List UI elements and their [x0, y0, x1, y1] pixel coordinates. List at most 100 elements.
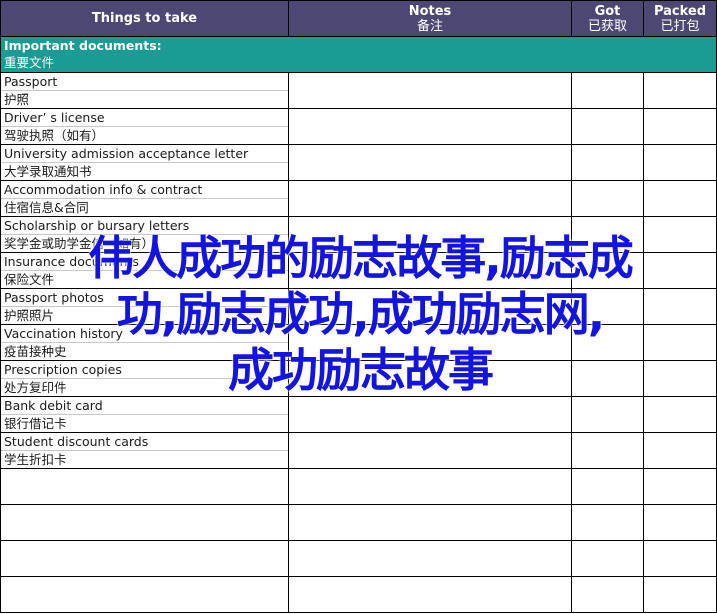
table-row: Insurance documents 保险文件	[0, 252, 717, 289]
packed-cell[interactable]	[643, 396, 717, 433]
got-cell[interactable]	[571, 252, 644, 289]
blank-cell[interactable]	[288, 504, 572, 541]
item-name-cell: Prescription copies 处方复印件	[0, 360, 289, 397]
blank-cell[interactable]	[0, 540, 289, 577]
item-name-cell: Insurance documents 保险文件	[0, 252, 289, 289]
table-row: Accommodation info & contract 住宿信息&合同	[0, 180, 717, 217]
blank-cell[interactable]	[288, 576, 572, 613]
blank-cell[interactable]	[571, 576, 644, 613]
item-name-cell: Driver’ s license 驾驶执照（如有）	[0, 108, 289, 145]
notes-header-zh: 备注	[416, 18, 443, 34]
item-name-zh: 护照	[4, 92, 30, 107]
item-name-cell: Scholarship or bursary letters 奖学金或助学金信（如…	[0, 216, 289, 253]
got-cell[interactable]	[571, 108, 644, 145]
notes-cell[interactable]	[288, 360, 572, 397]
blank-cell[interactable]	[571, 504, 644, 541]
item-name-en: Passport photos	[1, 290, 288, 307]
item-name-cell: Passport 护照	[0, 72, 289, 109]
notes-cell[interactable]	[288, 432, 572, 469]
notes-header: Notes 备注	[288, 0, 572, 37]
blank-cell[interactable]	[571, 540, 644, 577]
packed-header: Packed 已打包	[643, 0, 717, 37]
packed-header-en: Packed	[653, 3, 707, 19]
blank-cell[interactable]	[0, 576, 289, 613]
blank-cell[interactable]	[0, 504, 289, 541]
got-cell[interactable]	[571, 360, 644, 397]
item-name-en: Student discount cards	[1, 434, 288, 451]
table-row: Passport 护照	[0, 72, 717, 109]
notes-cell[interactable]	[288, 216, 572, 253]
item-name-zh: 住宿信息&合同	[4, 200, 89, 215]
packed-cell[interactable]	[643, 72, 717, 109]
got-cell[interactable]	[571, 432, 644, 469]
got-cell[interactable]	[571, 216, 644, 253]
item-name-en: Vaccination history	[1, 326, 288, 343]
item-name-zh: 大学录取通知书	[4, 164, 92, 179]
blank-cell[interactable]	[643, 576, 717, 613]
blank-cell[interactable]	[643, 504, 717, 541]
packed-cell[interactable]	[643, 432, 717, 469]
notes-cell[interactable]	[288, 72, 572, 109]
packed-cell[interactable]	[643, 108, 717, 145]
item-name-cell: University admission acceptance letter 大学…	[0, 144, 289, 181]
table-row: Prescription copies 处方复印件	[0, 360, 717, 397]
item-name-en: Insurance documents	[1, 254, 288, 271]
section-row: Important documents: 重要文件	[0, 36, 717, 73]
got-cell[interactable]	[571, 144, 644, 181]
packed-cell[interactable]	[643, 216, 717, 253]
section-title-zh: 重要文件	[4, 55, 55, 70]
notes-cell[interactable]	[288, 288, 572, 325]
section-title-en: Important documents:	[4, 38, 162, 53]
item-name-cell: Student discount cards 学生折扣卡	[0, 432, 289, 469]
packed-cell[interactable]	[643, 360, 717, 397]
item-name-en: Passport	[1, 74, 288, 91]
blank-row	[0, 540, 717, 577]
notes-cell[interactable]	[288, 396, 572, 433]
item-name-en: Driver’ s license	[1, 110, 288, 127]
packed-cell[interactable]	[643, 252, 717, 289]
header-row: Things to take Notes 备注 Got 已获取 Packed 已打包	[0, 0, 717, 37]
blank-cell[interactable]	[643, 540, 717, 577]
packed-cell[interactable]	[643, 144, 717, 181]
got-cell[interactable]	[571, 396, 644, 433]
notes-cell[interactable]	[288, 252, 572, 289]
item-name-cell: Accommodation info & contract 住宿信息&合同	[0, 180, 289, 217]
item-name-zh: 处方复印件	[4, 380, 67, 395]
notes-cell[interactable]	[288, 180, 572, 217]
got-cell[interactable]	[571, 288, 644, 325]
packed-cell[interactable]	[643, 288, 717, 325]
notes-cell[interactable]	[288, 144, 572, 181]
got-header-zh: 已获取	[587, 18, 627, 34]
packed-cell[interactable]	[643, 324, 717, 361]
blank-row	[0, 468, 717, 505]
item-name-en: Prescription copies	[1, 362, 288, 379]
table-row: Bank debit card 银行借记卡	[0, 396, 717, 433]
item-name-en: Accommodation info & contract	[1, 182, 288, 199]
got-cell[interactable]	[571, 324, 644, 361]
packed-cell[interactable]	[643, 180, 717, 217]
item-name-zh: 保险文件	[4, 272, 55, 287]
item-name-en: Bank debit card	[1, 398, 288, 415]
blank-cell[interactable]	[571, 468, 644, 505]
packed-header-zh: 已打包	[660, 18, 700, 34]
table-row: University admission acceptance letter 大学…	[0, 144, 717, 181]
blank-row	[0, 576, 717, 613]
table-row: Student discount cards 学生折扣卡	[0, 432, 717, 469]
things-header-label: Things to take	[91, 11, 198, 26]
notes-cell[interactable]	[288, 108, 572, 145]
got-cell[interactable]	[571, 180, 644, 217]
table-row: Passport photos 护照照片	[0, 288, 717, 325]
notes-cell[interactable]	[288, 324, 572, 361]
blank-cell[interactable]	[288, 468, 572, 505]
table-row: Scholarship or bursary letters 奖学金或助学金信（如…	[0, 216, 717, 253]
got-cell[interactable]	[571, 72, 644, 109]
got-header-en: Got	[594, 3, 621, 19]
blank-cell[interactable]	[643, 468, 717, 505]
blank-cell[interactable]	[0, 468, 289, 505]
notes-header-en: Notes	[408, 3, 452, 19]
item-name-en: Scholarship or bursary letters	[1, 218, 288, 235]
item-name-cell: Passport photos 护照照片	[0, 288, 289, 325]
blank-row	[0, 504, 717, 541]
item-name-zh: 疫苗接种史	[4, 344, 67, 359]
blank-cell[interactable]	[288, 540, 572, 577]
